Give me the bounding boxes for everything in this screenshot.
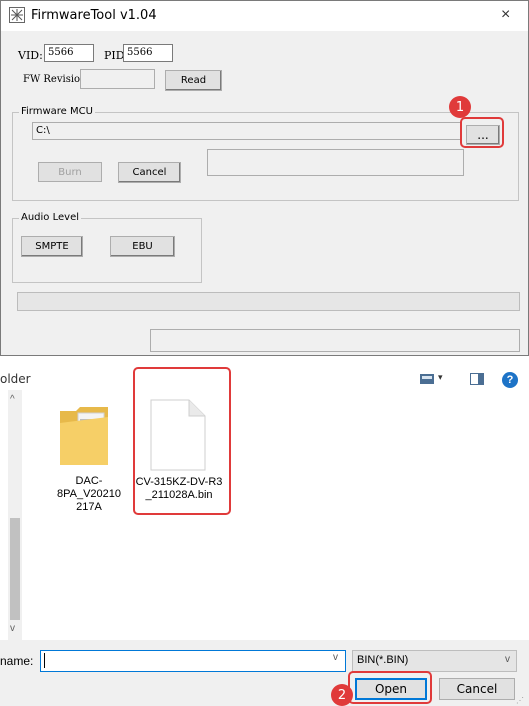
chevron-down-icon[interactable]: ▾ (438, 372, 443, 383)
file-type-chevron-icon[interactable]: v (505, 654, 510, 665)
step1-highlight (460, 117, 504, 148)
step2-highlight (348, 671, 432, 704)
scroll-up-icon[interactable]: ^ (10, 394, 15, 405)
file-name-input[interactable] (40, 650, 346, 672)
burn-button[interactable]: Burn (38, 162, 102, 182)
folder-item-label: DAC-8PA_V20210 217A (56, 475, 122, 513)
preview-pane-icon[interactable] (470, 373, 484, 385)
view-mode-icon[interactable] (420, 373, 434, 384)
file-name-label: name: (0, 654, 34, 668)
firmware-tool-window: FirmwareTool v1.04 × VID: 5566 PID: 5566… (0, 0, 529, 356)
app-icon (9, 7, 25, 23)
vid-field[interactable]: 5566 (44, 44, 94, 62)
file-type-select[interactable]: BIN(*.BIN) (352, 650, 517, 672)
title-bar: FirmwareTool v1.04 × (1, 1, 528, 31)
resize-grip-icon[interactable]: ⋰ (516, 696, 524, 705)
file-type-value: BIN(*.BIN) (357, 654, 409, 666)
file-highlight (133, 367, 231, 515)
file-name-dropdown-icon[interactable]: v (333, 652, 338, 663)
dialog-cancel-button[interactable]: Cancel (439, 678, 515, 700)
audio-level-legend: Audio Level (19, 212, 81, 223)
bottom-status-field (150, 329, 520, 352)
cancel-button[interactable]: Cancel (118, 162, 181, 183)
fw-revision-field (80, 69, 155, 89)
step1-badge: 1 (449, 96, 471, 118)
progress-bar (17, 292, 520, 311)
breadcrumb: older (0, 372, 31, 386)
close-icon[interactable]: × (501, 6, 510, 24)
text-cursor (44, 653, 45, 668)
folder-item[interactable]: DAC-8PA_V20210 217A (48, 395, 130, 513)
scroll-thumb[interactable] (10, 518, 20, 620)
vid-label: VID: (18, 49, 43, 62)
firmware-mcu-legend: Firmware MCU (19, 106, 95, 117)
ebu-button[interactable]: EBU (110, 236, 175, 257)
help-icon[interactable]: ? (502, 372, 518, 388)
firmware-path-field: C:\ (32, 122, 462, 140)
read-button[interactable]: Read (165, 70, 222, 91)
smpte-button[interactable]: SMPTE (21, 236, 83, 257)
scroll-down-icon[interactable]: v (10, 623, 15, 634)
status-field (207, 149, 464, 176)
folder-icon (56, 399, 112, 469)
step2-badge: 2 (331, 684, 353, 706)
pid-field[interactable]: 5566 (123, 44, 173, 62)
window-title: FirmwareTool v1.04 (31, 8, 157, 23)
